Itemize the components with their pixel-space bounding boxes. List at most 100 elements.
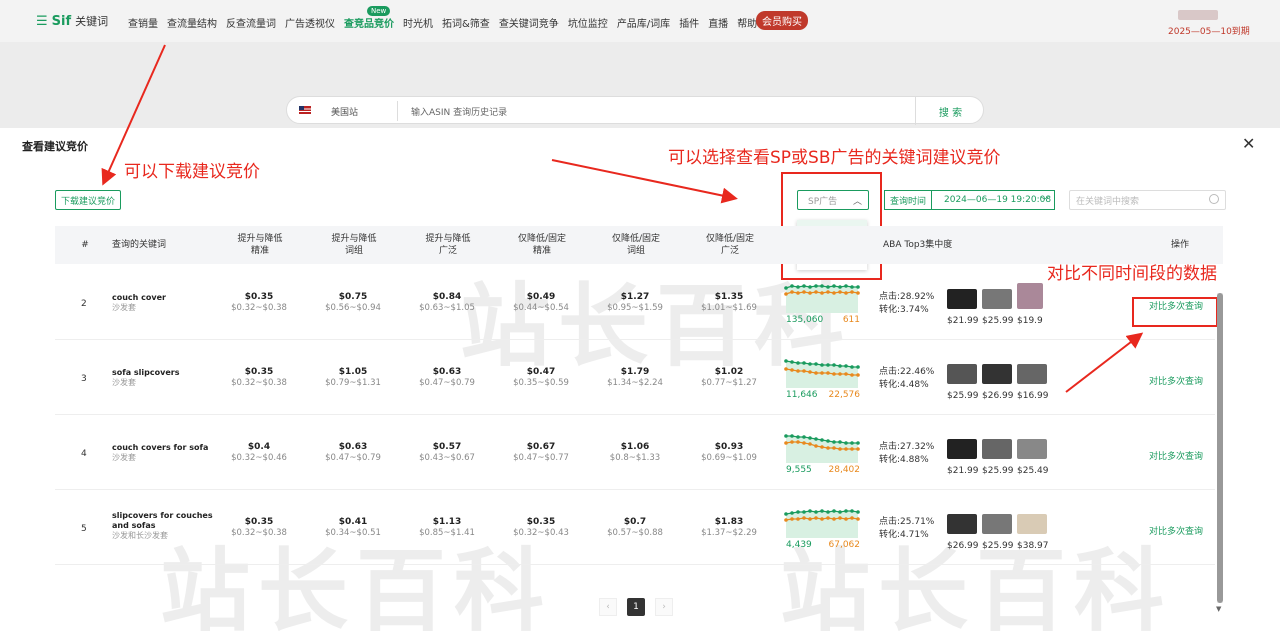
compare-queries-link[interactable]: 对比多次查询 bbox=[1149, 524, 1203, 537]
sparkline-point bbox=[844, 372, 848, 376]
column-header-label: ABA Top3集中度 bbox=[883, 240, 953, 250]
nav-item[interactable]: 直播 bbox=[708, 15, 728, 30]
scroll-down-icon[interactable]: ▼ bbox=[1216, 605, 1221, 613]
sparkline-point bbox=[790, 368, 794, 372]
product-thumbnail[interactable] bbox=[1017, 439, 1047, 459]
sparkline-point bbox=[802, 441, 806, 445]
bid-range: $0.47~$0.79 bbox=[419, 378, 475, 388]
keyword-text-cont[interactable]: and sofas bbox=[112, 521, 213, 531]
bid-range: $0.69~$1.09 bbox=[701, 453, 757, 463]
product-thumbnail[interactable] bbox=[947, 439, 977, 459]
product-thumbnail[interactable] bbox=[982, 364, 1012, 384]
product-thumbnail[interactable] bbox=[947, 514, 977, 534]
nav-item[interactable]: 反查流量词 bbox=[226, 15, 276, 30]
bid-range: $1.37~$2.29 bbox=[701, 528, 757, 538]
nav-item[interactable]: 查关键词竞争 bbox=[499, 15, 559, 30]
sparkline-point bbox=[814, 516, 818, 520]
product-thumbnail[interactable] bbox=[1017, 514, 1047, 534]
sparkline-point bbox=[826, 285, 830, 289]
sparkline-point bbox=[808, 370, 812, 374]
nav-item[interactable]: 时光机 bbox=[403, 15, 433, 30]
column-header[interactable]: 提升与降低 精准 bbox=[220, 226, 300, 264]
scrollbar-thumb[interactable] bbox=[1217, 293, 1223, 603]
bid-range: $0.56~$0.94 bbox=[325, 303, 381, 313]
bid-value: $1.79 bbox=[620, 367, 650, 377]
bid-range: $0.32~$0.38 bbox=[231, 378, 287, 388]
menu-icon[interactable]: ☰ bbox=[36, 14, 48, 29]
product-thumbnail[interactable] bbox=[982, 439, 1012, 459]
download-bid-button[interactable]: 下载建议竞价 bbox=[55, 190, 121, 210]
scrollbar[interactable] bbox=[1217, 293, 1223, 603]
bid-value: $1.35 bbox=[714, 292, 744, 302]
nav-item[interactable]: 查销量 bbox=[128, 15, 158, 30]
next-page-button[interactable]: › bbox=[655, 598, 673, 616]
nav-item[interactable]: 坑位监控 bbox=[568, 15, 608, 30]
query-time-select[interactable]: 2024—06—19 19:20:08 ﹀ bbox=[931, 190, 1055, 210]
product-thumbnail[interactable] bbox=[982, 514, 1012, 534]
page-1-button[interactable]: 1 bbox=[627, 598, 645, 616]
product-thumbnail[interactable] bbox=[982, 289, 1012, 309]
column-header[interactable]: 仅降低/固定 广泛 bbox=[690, 226, 770, 264]
sparkline-point bbox=[832, 291, 836, 295]
bid-value: $0.47 bbox=[526, 367, 556, 377]
keyword-cell[interactable]: slipcovers for couches and sofas 沙发和长沙发套 bbox=[112, 511, 213, 541]
close-icon[interactable]: ✕ bbox=[1242, 134, 1255, 153]
sparkline-point bbox=[838, 447, 842, 451]
asin-search-input[interactable]: 输入ASIN 查询历史记录 bbox=[411, 105, 507, 118]
keyword-text[interactable]: couch covers for sofa bbox=[112, 443, 208, 453]
search-icon[interactable] bbox=[1209, 194, 1219, 204]
aba-concentration: 点击:25.71% 转化:4.71% bbox=[879, 516, 934, 542]
keyword-text[interactable]: slipcovers for couches bbox=[112, 511, 213, 521]
keyword-search-placeholder: 在关键词中搜索 bbox=[1076, 196, 1140, 207]
trend-sparkline bbox=[784, 359, 860, 388]
sparkline-point bbox=[814, 510, 818, 514]
nav-item[interactable]: 产品库/词库 bbox=[617, 15, 670, 30]
column-header[interactable]: 仅降低/固定 精准 bbox=[502, 226, 582, 264]
product-thumbnail[interactable] bbox=[947, 289, 977, 309]
keyword-cell[interactable]: couch cover 沙发套 bbox=[112, 293, 166, 313]
site-select[interactable]: 美国站 bbox=[331, 105, 358, 118]
product-thumbnail[interactable] bbox=[1017, 283, 1043, 309]
keyword-text[interactable]: sofa slipcovers bbox=[112, 368, 179, 378]
bid-value: $0.84 bbox=[432, 292, 462, 302]
keyword-cell[interactable]: sofa slipcovers 沙发套 bbox=[112, 368, 179, 388]
compare-queries-link[interactable]: 对比多次查询 bbox=[1149, 374, 1203, 387]
bid-range: $0.32~$0.46 bbox=[231, 453, 287, 463]
nav-item[interactable]: 查流量结构 bbox=[167, 15, 217, 30]
nav-item[interactable]: 查竞品竞价 bbox=[344, 15, 394, 30]
avatar[interactable] bbox=[1178, 10, 1218, 20]
bid-value: $0.35 bbox=[244, 517, 274, 527]
nav-item[interactable]: 帮助 bbox=[737, 15, 757, 30]
keyword-text[interactable]: couch cover bbox=[112, 293, 166, 303]
sparkline-point bbox=[802, 510, 806, 514]
product-thumbnail[interactable] bbox=[1017, 364, 1047, 384]
suggested-bid-modal: 站长百科 站长百科 站长百科 查看建议竞价 ✕ 下载建议竞价 SP广告 ︿ SP… bbox=[0, 128, 1280, 631]
bid-range: $0.44~$0.54 bbox=[513, 303, 569, 313]
sparkline-point bbox=[844, 447, 848, 451]
sparkline-point bbox=[850, 290, 854, 294]
nav-item[interactable]: 广告透视仪 bbox=[285, 15, 335, 30]
vip-button[interactable]: 会员购买 bbox=[756, 11, 808, 30]
column-header[interactable]: 仅降低/固定 词组 bbox=[596, 226, 676, 264]
sparkline-point bbox=[796, 285, 800, 289]
divider bbox=[397, 101, 398, 121]
nav-item[interactable]: 拓词&筛查 bbox=[442, 15, 490, 30]
annotation-choose: 可以选择查看SP或SB广告的关键词建议竞价 bbox=[668, 148, 1001, 168]
nav-item[interactable]: 插件 bbox=[679, 15, 699, 30]
column-header-sublabel: 广泛 bbox=[720, 246, 739, 256]
bid-cell: $0.93 $0.69~$1.09 bbox=[689, 442, 769, 464]
search-rank: 22,576 bbox=[828, 390, 861, 400]
search-button[interactable]: 搜 索 bbox=[915, 97, 985, 125]
column-header[interactable]: 提升与降低 广泛 bbox=[408, 226, 488, 264]
logo[interactable]: ☰ Sif 关键词 bbox=[36, 13, 108, 29]
keyword-search-input[interactable]: 在关键词中搜索 bbox=[1069, 190, 1226, 210]
keyword-translation: 沙发和长沙发套 bbox=[112, 531, 168, 540]
compare-queries-link[interactable]: 对比多次查询 bbox=[1149, 449, 1203, 462]
product-price: $26.99 bbox=[947, 541, 979, 551]
column-header[interactable]: 提升与降低 词组 bbox=[314, 226, 394, 264]
prev-page-button[interactable]: ‹ bbox=[599, 598, 617, 616]
keyword-cell[interactable]: couch covers for sofa 沙发套 bbox=[112, 443, 208, 463]
query-time-label: 查询时间 bbox=[884, 190, 932, 210]
sparkline-point bbox=[832, 372, 836, 376]
product-thumbnail[interactable] bbox=[947, 364, 977, 384]
